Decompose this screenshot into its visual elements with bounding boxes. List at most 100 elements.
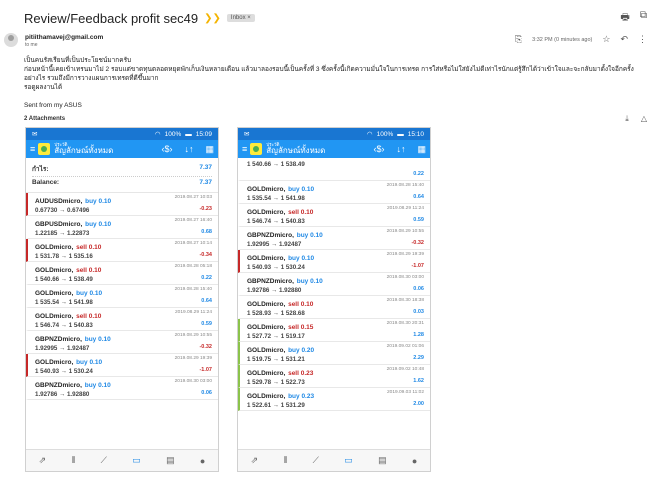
- trade-date: 2019.08.29 19:39: [174, 356, 212, 361]
- trade-row[interactable]: GOLDmicro, sell 0.15 1 527.72 → 1 519.17 2…: [238, 319, 430, 342]
- star-icon[interactable]: ☆: [602, 34, 610, 45]
- trade-prices: 1 540.93 → 1 530.24: [247, 264, 305, 271]
- trade-profit: -1.07: [199, 367, 212, 373]
- trade-direction: buy 0.10: [288, 186, 315, 193]
- menu-icon[interactable]: ≡: [242, 144, 247, 154]
- trade-date: 2019.09.02 01:06: [386, 344, 424, 349]
- trade-date: 2019.09.03 11:02: [387, 390, 424, 395]
- attachment-actions: ⤓ △: [625, 114, 647, 124]
- trade-prices: 1 529.78 → 1 522.73: [247, 379, 305, 386]
- currency-icon[interactable]: ‹$›: [161, 144, 172, 155]
- trade-date: 2019.08.28 05:18: [174, 264, 212, 269]
- body-line: ก่อนหน้านี้เคยเข้าเทรนมาไม่ 2 รอบแต่ขาดท…: [24, 66, 634, 82]
- trade-row[interactable]: GBPNZDmicro, buy 0.10 1.92786 → 1.92880 20…: [238, 273, 430, 296]
- reply-icon[interactable]: ↶: [620, 34, 628, 45]
- trade-direction: sell 0.10: [76, 267, 102, 274]
- more-icon[interactable]: ⋮: [638, 34, 647, 45]
- summary-value: 7.37: [199, 179, 212, 186]
- trade-row[interactable]: GOLDmicro, sell 0.23 1 529.78 → 1 522.73 2…: [238, 365, 430, 388]
- battery-level: 100%: [376, 130, 394, 138]
- signature: Sent from my ASUS: [24, 102, 82, 109]
- recipient-label[interactable]: to me: [25, 42, 38, 48]
- summary-row: กำไร: 7.37: [32, 162, 212, 177]
- currency-icon[interactable]: ‹$›: [373, 144, 384, 155]
- trade-symbol: GOLDmicro,: [35, 267, 74, 274]
- importance-icon[interactable]: ❯❯: [204, 13, 221, 24]
- chat-icon[interactable]: ●: [412, 456, 417, 466]
- trade-row[interactable]: GBPNZDmicro, buy 0.10 1.92995 → 1.92487 20…: [238, 227, 430, 250]
- trade-prices: 1 519.75 → 1 531.21: [247, 356, 305, 363]
- trade-symbol: GBPNZDmicro,: [247, 232, 294, 239]
- sort-icon[interactable]: ↓↑: [184, 144, 193, 155]
- battery-icon: ▬: [185, 130, 192, 138]
- trade-icon[interactable]: ⟋: [101, 455, 107, 466]
- email-body: เป็นคนรัสเรียนที่เป็นประโยชน์มากครับ ก่อ…: [24, 56, 643, 119]
- trade-row[interactable]: GOLDmicro, sell 0.10 1 540.66 → 1 538.49 2…: [26, 262, 218, 285]
- trade-profit: 2.29: [413, 355, 424, 361]
- news-icon[interactable]: ▤: [378, 455, 387, 466]
- quotes-icon[interactable]: ⇗: [251, 455, 259, 466]
- history-list: 1 540.66 → 1 538.49 0.22 GOLDmicro, buy 0.…: [238, 158, 430, 449]
- trade-profit: 0.59: [201, 321, 212, 327]
- trade-profit: 0.06: [413, 286, 424, 292]
- print-icon[interactable]: 🖶: [620, 10, 629, 27]
- trade-row[interactable]: GOLDmicro, buy 0.10 1 535.54 → 1 541.98 20…: [26, 285, 218, 308]
- trade-profit: 0.22: [413, 171, 424, 177]
- status-time: 15:09: [195, 130, 212, 138]
- save-to-drive-icon[interactable]: △: [641, 114, 647, 124]
- trade-icon[interactable]: ⟋: [313, 455, 319, 466]
- trade-row[interactable]: GOLDmicro, buy 0.20 1 519.75 → 1 531.21 20…: [238, 342, 430, 365]
- trade-prices: 1.92786 → 1.92880: [247, 287, 302, 294]
- trade-row[interactable]: GOLDmicro, buy 0.23 1 522.61 → 1 531.29 20…: [238, 388, 430, 411]
- trade-symbol: GBPUSDmicro,: [35, 221, 83, 228]
- open-new-window-icon[interactable]: ⧉: [640, 10, 647, 27]
- trade-row[interactable]: GOLDmicro, sell 0.10 1 531.78 → 1 535.16 2…: [26, 239, 218, 262]
- sender-email: pitiithamavej@gmail.com: [25, 34, 104, 41]
- trade-direction: sell 0.23: [288, 370, 314, 377]
- calendar-icon[interactable]: ▦: [417, 144, 426, 155]
- trade-row[interactable]: GOLDmicro, buy 0.10 1 535.54 → 1 541.98 20…: [238, 181, 430, 204]
- trade-date: 2019.08.27 16:40: [174, 218, 212, 223]
- bottom-nav: ⇗ ⫴ ⟋ ▭ ▤ ●: [26, 449, 218, 471]
- trade-row[interactable]: GOLDmicro, buy 0.10 1 540.93 → 1 530.24 20…: [238, 250, 430, 273]
- trade-row[interactable]: GBPUSDmicro, buy 0.10 1.22185 → 1.22873 20…: [26, 216, 218, 239]
- trade-profit: 0.03: [413, 309, 424, 315]
- trade-row[interactable]: GOLDmicro, sell 0.10 1 528.93 → 1 528.68 2…: [238, 296, 430, 319]
- history-icon[interactable]: ▭: [344, 455, 353, 466]
- trade-row[interactable]: GBPNZDmicro, buy 0.10 1.92786 → 1.92880 20…: [26, 377, 218, 400]
- sort-icon[interactable]: ↓↑: [396, 144, 405, 155]
- trade-row[interactable]: AUDUSDmicro, buy 0.10 0.67730 → 0.67496 20…: [26, 193, 218, 216]
- download-all-icon[interactable]: ⤓: [625, 114, 629, 124]
- trade-prices: 1 531.78 → 1 535.16: [35, 253, 93, 260]
- menu-icon[interactable]: ≡: [30, 144, 35, 154]
- trade-profit: 0.68: [201, 229, 212, 235]
- trade-date: 2019.08.30 03:00: [174, 379, 212, 384]
- trade-row[interactable]: GOLDmicro, sell 0.10 1 546.74 → 1 540.83 2…: [238, 204, 430, 227]
- trade-row[interactable]: 1 540.66 → 1 538.49 0.22: [238, 158, 430, 181]
- calendar-icon[interactable]: ▦: [205, 144, 214, 155]
- app-titles: ประวัติ สัญลักษณ์ทั้งหมด: [266, 142, 325, 156]
- attachment-screenshot-2[interactable]: ✉ ◠ 100% ▬ 15:10 ≡ ประวัติ สัญลักษณ์ทั้งหมด ‹$› ↓…: [237, 127, 431, 472]
- news-icon[interactable]: ▤: [166, 455, 175, 466]
- trade-direction: buy 0.10: [84, 382, 111, 389]
- trade-row[interactable]: GBPNZDmicro, buy 0.10 1.92995 → 1.92487 20…: [26, 331, 218, 354]
- trade-date: 2019.08.28 15:40: [386, 183, 424, 188]
- attachment-screenshot-1[interactable]: ✉ ◠ 100% ▬ 15:09 ≡ ประวัติ สัญลักษณ์ทั้งหมด ‹$› ↓…: [25, 127, 219, 472]
- trade-date: 2019.08.29 19:39: [386, 252, 424, 257]
- trade-row[interactable]: GOLDmicro, buy 0.10 1 540.93 → 1 530.24 20…: [26, 354, 218, 377]
- trade-symbol: GOLDmicro,: [35, 290, 74, 297]
- chart-icon[interactable]: ⫴: [72, 455, 76, 466]
- trade-symbol: GOLDmicro,: [247, 186, 286, 193]
- chat-icon[interactable]: ●: [200, 456, 205, 466]
- trade-prices: 1.92786 → 1.92880: [35, 391, 90, 398]
- history-icon[interactable]: ▭: [132, 455, 141, 466]
- trade-row[interactable]: GOLDmicro, sell 0.10 1 546.74 → 1 540.83 2…: [26, 308, 218, 331]
- summary: กำไร: 7.37 Balance: 7.37: [26, 158, 218, 193]
- inbox-label[interactable]: Inbox ×: [226, 14, 255, 22]
- trade-symbol: GOLDmicro,: [35, 244, 74, 251]
- trade-prices: 1.22185 → 1.22873: [35, 230, 90, 237]
- trade-prices: 1 527.72 → 1 519.17: [247, 333, 305, 340]
- trade-direction: buy 0.10: [84, 336, 111, 343]
- quotes-icon[interactable]: ⇗: [39, 455, 47, 466]
- chart-icon[interactable]: ⫴: [284, 455, 288, 466]
